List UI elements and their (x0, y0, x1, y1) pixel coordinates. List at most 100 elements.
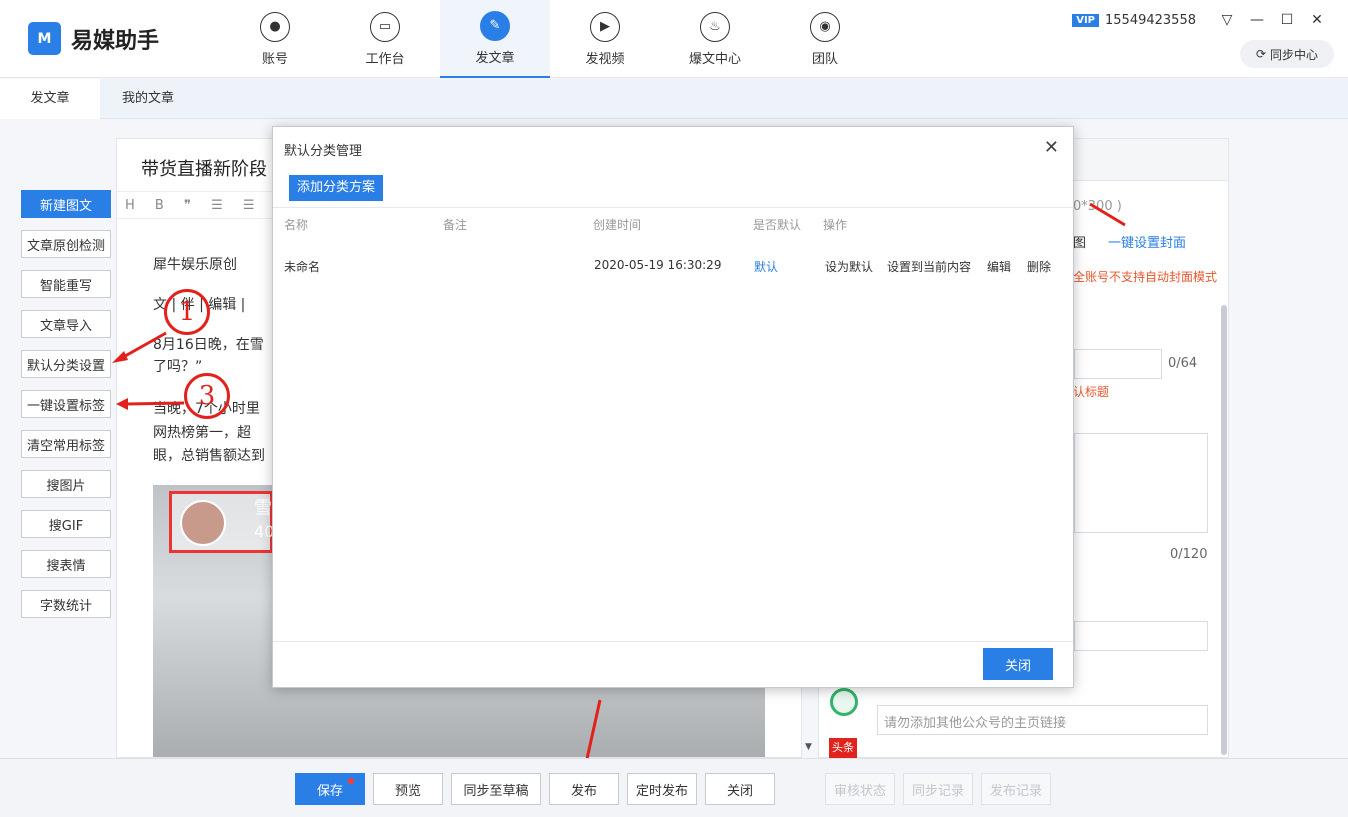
abstract-input[interactable] (1074, 433, 1208, 533)
nav-account[interactable]: ● 账号 (220, 0, 330, 78)
article-line: 眼，总销售额达到 (153, 448, 265, 464)
article-line: 犀牛娱乐原创 (153, 257, 237, 273)
nav-publish-article[interactable]: ✎ 发文章 (440, 0, 550, 78)
sync-draft-button[interactable]: 同步至草稿 (451, 773, 541, 805)
sync-center-button[interactable]: ⟳ 同步中心 (1240, 40, 1334, 68)
nav-label: 团队 (811, 51, 838, 67)
add-category-scheme-button[interactable]: 添加分类方案 (289, 175, 384, 201)
clear-tags-button[interactable]: 清空常用标签 (21, 430, 111, 458)
set-tags-button[interactable]: 一键设置标签 (21, 390, 111, 418)
nav-label: 账号 (261, 51, 288, 67)
platform-icon-green[interactable] (830, 688, 858, 716)
nav-label: 爆文中心 (688, 51, 741, 67)
sync-center-label: 同步中心 (1270, 47, 1319, 62)
nav-team[interactable]: ◉ 团队 (770, 0, 880, 78)
row-created: 2020-05-19 16:30:29 (594, 258, 722, 272)
toutiao-icon[interactable]: 头条 (829, 738, 857, 758)
default-category-dialog: 默认分类管理 ✕ 添加分类方案 名称 备注 创建时间 是否默认 操作 未命名 2… (272, 126, 1074, 688)
column-created: 创建时间 (593, 218, 642, 232)
avatar (180, 500, 226, 546)
column-note: 备注 (443, 218, 468, 232)
word-count-button[interactable]: 字数统计 (21, 590, 111, 618)
default-category-button[interactable]: 默认分类设置 (21, 350, 111, 378)
set-cover-link[interactable]: 一键设置封面 (1108, 232, 1186, 251)
title-count: 0/64 (1168, 356, 1198, 371)
close-button[interactable]: 关闭 (705, 773, 775, 805)
homepage-link-input[interactable]: 请勿添加其他公众号的主页链接 (877, 705, 1208, 735)
edit-action[interactable]: 编辑 (987, 258, 1011, 275)
abstract-count: 0/120 (1170, 547, 1208, 562)
schedule-publish-button[interactable]: 定时发布 (627, 773, 697, 805)
app-logo: M 易媒助手 (28, 22, 159, 55)
search-images-button[interactable]: 搜图片 (21, 470, 111, 498)
title-hint: 认标题 (1073, 385, 1110, 399)
link-placeholder: 请勿添加其他公众号的主页链接 (884, 716, 1067, 731)
vip-badge: VIP (1072, 13, 1100, 27)
close-icon[interactable]: ✕ (1044, 137, 1059, 158)
nav-publish-video[interactable]: ▶ 发视频 (550, 0, 660, 78)
apply-to-current-action[interactable]: 设置到当前内容 (887, 258, 971, 275)
logo-icon: M (28, 22, 61, 55)
dialog-close-button[interactable]: 关闭 (983, 648, 1053, 680)
save-button[interactable]: 保存 (295, 773, 365, 805)
monitor-icon: ▭ (370, 11, 400, 42)
column-default: 是否默认 (753, 218, 802, 232)
nav-label: 发视频 (585, 51, 625, 67)
row-name: 未命名 (284, 260, 321, 274)
import-article-button[interactable]: 文章导入 (21, 310, 111, 338)
search-emoji-button[interactable]: 搜表情 (21, 550, 111, 578)
minimize-icon[interactable]: — (1244, 12, 1270, 28)
audit-status-button[interactable]: 审核状态 (825, 773, 895, 805)
delete-action[interactable]: 删除 (1027, 258, 1051, 275)
team-icon: ◉ (810, 11, 840, 42)
cover-size-hint: 0*300 ) (1073, 199, 1122, 214)
annotation-circle-3: 3 (184, 373, 230, 419)
divider (273, 641, 1073, 642)
originality-check-button[interactable]: 文章原创检测 (21, 230, 111, 258)
cover-warning: 全账号不支持自动封面模式 (1073, 270, 1218, 284)
nav-label: 发文章 (475, 50, 515, 66)
sub-tabs: 发文章 我的文章 (0, 79, 1348, 119)
article-line: 网热榜第一，超 (153, 425, 251, 441)
search-gif-button[interactable]: 搜GIF (21, 510, 111, 538)
smart-rewrite-button[interactable]: 智能重写 (21, 270, 111, 298)
annotation-circle-1: 1 (164, 289, 210, 335)
maximize-icon[interactable]: ☐ (1274, 12, 1300, 28)
tab-my-articles[interactable]: 我的文章 (122, 79, 174, 119)
preview-button[interactable]: 预览 (373, 773, 443, 805)
publish-button[interactable]: 发布 (549, 773, 619, 805)
app-header: M 易媒助手 ● 账号 ▭ 工作台 ✎ 发文章 ▶ 发视频 ♨ 爆文中心 ◉ 团… (0, 0, 1348, 78)
person-icon: ● (260, 11, 290, 42)
dropdown-icon[interactable]: ▽ (1214, 12, 1240, 28)
link-input-top[interactable] (1074, 621, 1208, 651)
scroll-down-icon[interactable]: ▼ (805, 742, 812, 752)
unsaved-dot (348, 778, 354, 784)
app-name: 易媒助手 (71, 28, 160, 54)
play-icon: ▶ (590, 11, 620, 42)
sync-log-button[interactable]: 同步记录 (903, 773, 973, 805)
title-input[interactable] (1074, 349, 1162, 379)
tab-publish-article[interactable]: 发文章 (0, 79, 100, 119)
bottom-action-bar: 保存 预览 同步至草稿 发布 定时发布 关闭 审核状态 同步记录 发布记录 (0, 758, 1348, 817)
set-default-action[interactable]: 设为默认 (825, 258, 873, 275)
user-bar: VIP 15549423558 ▽ — ☐ ✕ (1072, 12, 1330, 28)
publish-log-button[interactable]: 发布记录 (981, 773, 1051, 805)
article-line: 了吗？” (153, 359, 203, 375)
nav-label: 工作台 (365, 51, 405, 67)
article-line: 8月16日晚，在雪 (153, 337, 264, 353)
close-window-icon[interactable]: ✕ (1304, 12, 1330, 28)
live-badge: 雪 40 (169, 491, 274, 553)
user-phone[interactable]: 15549423558 (1105, 13, 1196, 28)
new-article-button[interactable]: 新建图文 (21, 190, 111, 218)
save-label: 保存 (316, 783, 343, 799)
row-default-status: 默认 (754, 260, 779, 274)
cover-option[interactable]: 图 (1073, 232, 1086, 251)
badge-text: 雪 (254, 498, 272, 519)
article-title[interactable]: 带货直播新阶段 (141, 155, 267, 181)
column-actions: 操作 (823, 218, 848, 232)
nav-hot-articles[interactable]: ♨ 爆文中心 (660, 0, 770, 78)
panel-scrollbar[interactable] (1221, 305, 1227, 755)
column-name: 名称 (284, 218, 309, 232)
nav-workbench[interactable]: ▭ 工作台 (330, 0, 440, 78)
refresh-icon: ⟳ (1255, 47, 1267, 61)
